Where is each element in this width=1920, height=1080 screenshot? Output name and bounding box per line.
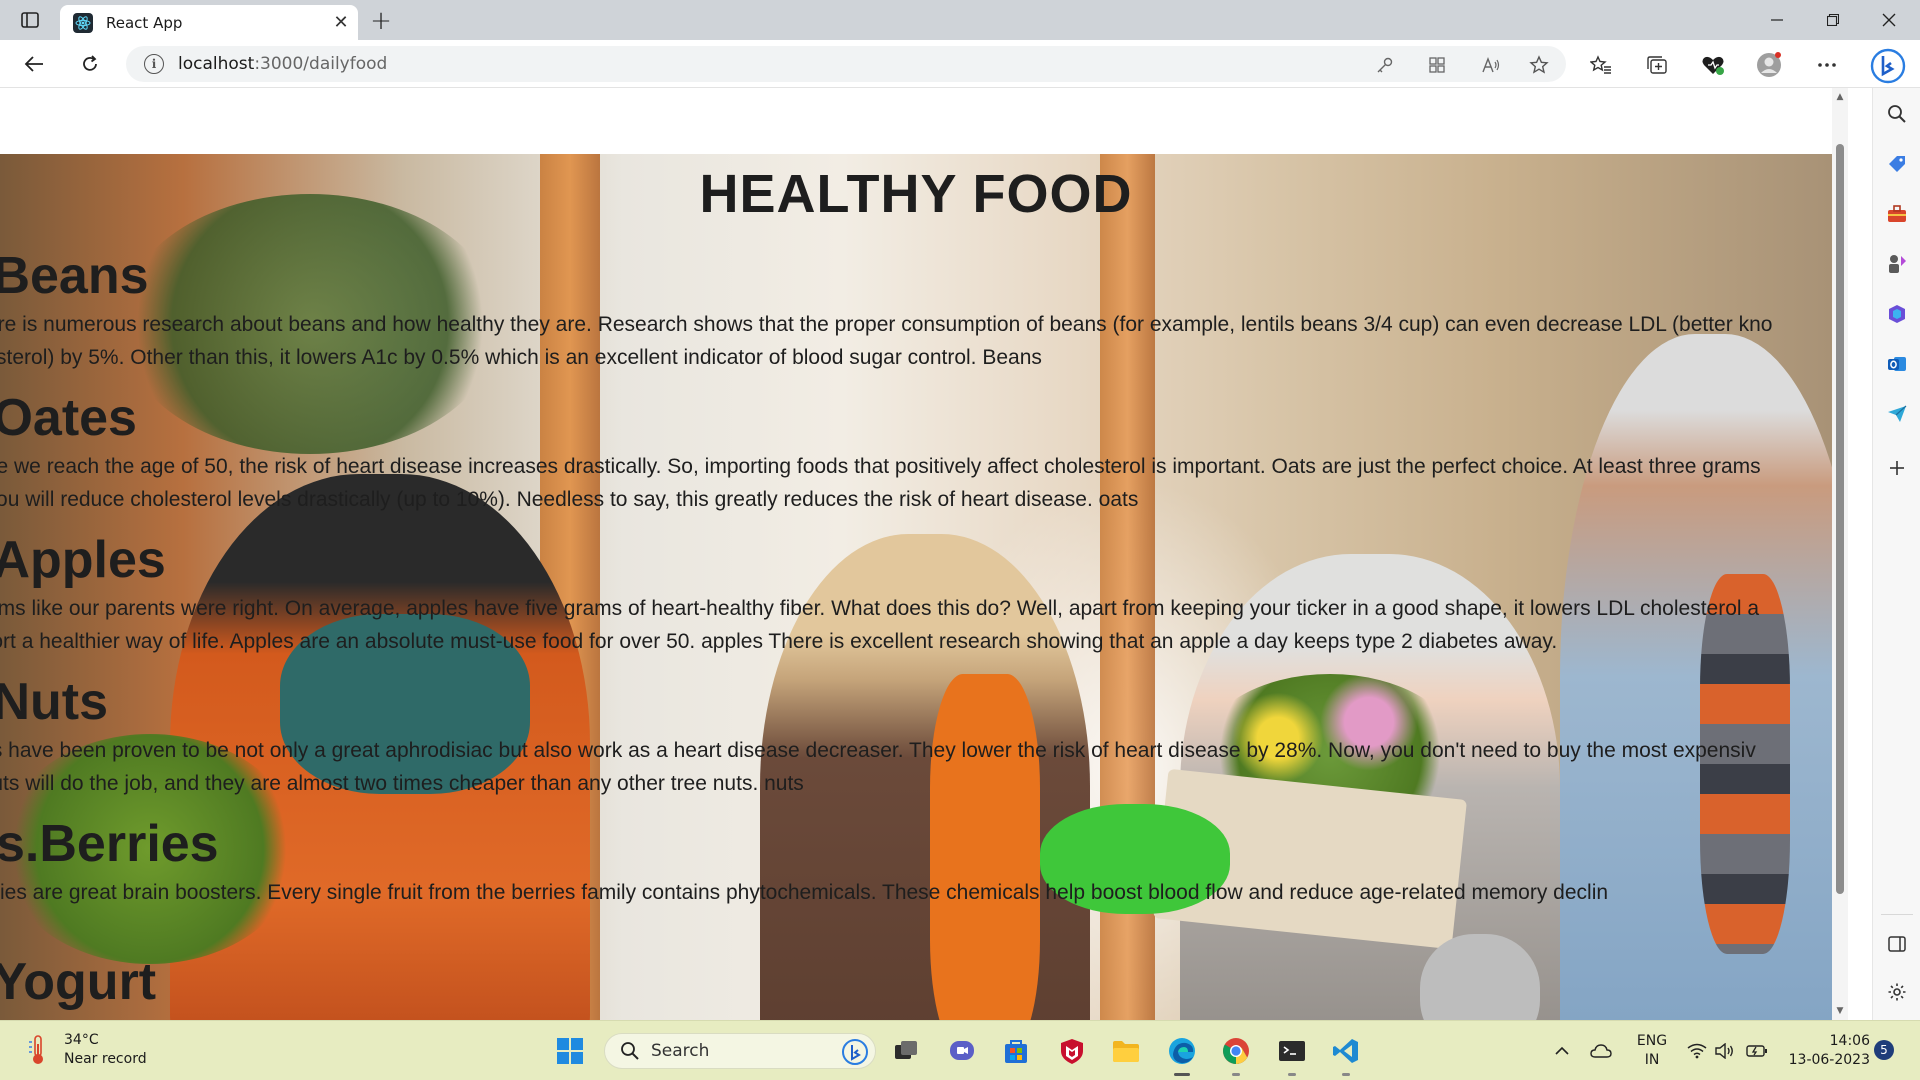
food-title-oates: .Oates — [0, 389, 137, 447]
weather-description: Near record — [64, 1051, 147, 1067]
page-scrollbar[interactable]: ▲ ▼ — [1832, 88, 1848, 1020]
wifi-icon[interactable] — [1686, 1040, 1708, 1062]
food-title-berries: s.Berries — [0, 815, 219, 873]
microsoft-store-icon[interactable] — [998, 1033, 1034, 1069]
windows-taskbar: 34°C Near record Search ENG IN 14:06 13-… — [0, 1020, 1920, 1080]
file-explorer-icon[interactable] — [1108, 1033, 1144, 1069]
tab-close-icon[interactable]: ✕ — [326, 8, 356, 38]
games-icon[interactable] — [1885, 252, 1909, 276]
show-hidden-icons-chevron-icon[interactable] — [1551, 1040, 1573, 1062]
scroll-thumb[interactable] — [1836, 144, 1844, 894]
scroll-up-arrow-icon[interactable]: ▲ — [1835, 92, 1845, 102]
food-description-beans: ere is numerous research about beans and… — [0, 313, 1773, 369]
notification-badge[interactable]: 5 — [1874, 1040, 1894, 1060]
edge-sidebar — [1872, 88, 1920, 1020]
scroll-down-arrow-icon[interactable]: ▼ — [1835, 1006, 1845, 1016]
collections-icon[interactable] — [1644, 52, 1670, 78]
food-title-yogurt: .Yogurt — [0, 953, 157, 1011]
key-icon[interactable] — [1374, 54, 1396, 76]
url-text[interactable]: localhost:3000/dailyfood — [178, 54, 387, 74]
clock-time: 14:06 — [1829, 1033, 1870, 1049]
profile-avatar-icon[interactable] — [1756, 52, 1782, 78]
browser-tab-react-app[interactable]: React App ✕ — [60, 5, 358, 40]
food-description-berries: rries are great brain boosters. Every si… — [0, 881, 1609, 904]
page-viewport: HEALTHY FOOD .Beans ere is numerous rese… — [0, 88, 1832, 1020]
outlook-icon[interactable] — [1885, 352, 1909, 376]
search-icon[interactable] — [1885, 102, 1909, 126]
refresh-icon[interactable] — [72, 48, 108, 80]
edge-browser-icon[interactable] — [1164, 1033, 1200, 1069]
navigation-bar: i localhost:3000/dailyfood — [0, 40, 1920, 88]
weather-widget[interactable]: 34°C Near record — [24, 1031, 147, 1069]
edge-active-indicator — [1174, 1073, 1190, 1076]
page-title: HEALTHY FOOD — [699, 164, 1133, 224]
vscode-running-indicator — [1342, 1073, 1350, 1076]
thermometer-icon — [24, 1033, 52, 1067]
task-view-icon[interactable] — [888, 1033, 924, 1069]
language-indicator[interactable]: ENG IN — [1634, 1032, 1670, 1070]
add-icon[interactable] — [1885, 456, 1909, 480]
bing-chat-icon[interactable] — [1868, 46, 1908, 86]
volume-icon[interactable] — [1714, 1040, 1736, 1062]
restore-icon[interactable] — [1810, 4, 1856, 36]
split-screen-icon[interactable] — [1885, 932, 1909, 956]
battery-charging-icon[interactable] — [1746, 1040, 1768, 1062]
terminal-running-indicator — [1288, 1073, 1296, 1076]
more-options-icon[interactable] — [1814, 52, 1840, 78]
hero-section: HEALTHY FOOD .Beans ere is numerous rese… — [0, 154, 1832, 1020]
bing-icon — [841, 1038, 869, 1066]
back-arrow-icon[interactable] — [16, 48, 52, 80]
windows-start-icon[interactable] — [552, 1033, 588, 1069]
apps-icon[interactable] — [1426, 54, 1448, 76]
food-description-nuts: ts have been proven to be not only a gre… — [0, 739, 1756, 795]
window-close-icon[interactable] — [1866, 4, 1912, 36]
send-icon[interactable] — [1885, 402, 1909, 426]
search-icon — [619, 1040, 641, 1062]
chrome-running-indicator — [1232, 1073, 1240, 1076]
favorite-star-icon[interactable] — [1528, 54, 1550, 76]
new-tab-button[interactable]: + — [366, 6, 396, 36]
food-title-beans: .Beans — [0, 247, 149, 305]
extensions-heart-icon[interactable] — [1700, 52, 1726, 78]
sidebar-divider — [1881, 914, 1913, 915]
favorites-icon[interactable] — [1588, 52, 1614, 78]
mcafee-icon[interactable] — [1054, 1033, 1090, 1069]
minimize-icon[interactable] — [1754, 4, 1800, 36]
food-description-oates: ce we reach the age of 50, the risk of h… — [0, 455, 1761, 511]
shopping-tag-icon[interactable] — [1885, 152, 1909, 176]
tab-actions-icon[interactable] — [14, 8, 46, 32]
food-title-nuts: .Nuts — [0, 673, 108, 731]
vscode-icon[interactable] — [1328, 1033, 1364, 1069]
read-aloud-icon[interactable] — [1480, 54, 1502, 76]
chrome-icon[interactable] — [1218, 1033, 1254, 1069]
taskbar-search-label: Search — [651, 1041, 710, 1061]
clock[interactable]: 14:06 13-06-2023 — [1780, 1032, 1870, 1070]
clock-date: 13-06-2023 — [1788, 1052, 1870, 1068]
react-icon — [73, 12, 93, 33]
food-title-apples: .Apples — [0, 531, 166, 589]
office-icon[interactable] — [1885, 302, 1909, 326]
teams-chat-icon[interactable] — [944, 1033, 980, 1069]
terminal-icon[interactable] — [1274, 1033, 1310, 1069]
toolbox-icon[interactable] — [1885, 202, 1909, 226]
onedrive-cloud-icon[interactable] — [1590, 1040, 1612, 1062]
weather-temperature: 34°C — [64, 1032, 99, 1048]
tab-title: React App — [106, 13, 183, 32]
food-description-apples: ems like our parents were right. On aver… — [0, 597, 1760, 653]
settings-icon[interactable] — [1885, 980, 1909, 1004]
tab-strip: React App ✕ + — [0, 0, 1920, 40]
address-bar[interactable]: i localhost:3000/dailyfood — [126, 46, 1566, 82]
info-icon[interactable]: i — [144, 54, 164, 74]
taskbar-search-box[interactable]: Search — [604, 1033, 876, 1069]
